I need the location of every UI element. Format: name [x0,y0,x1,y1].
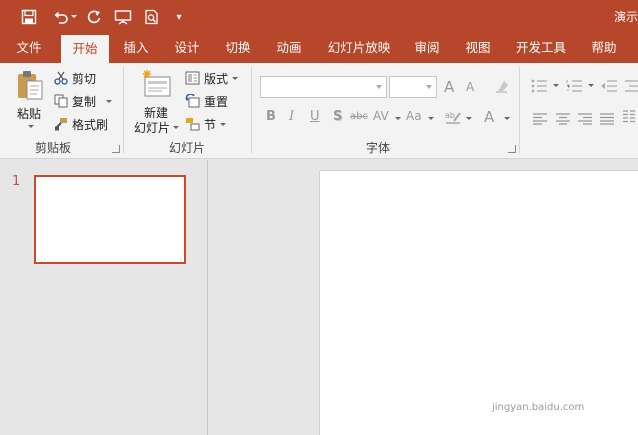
start-slideshow-icon[interactable] [112,6,134,28]
save-icon[interactable] [18,6,40,28]
customize-quick-access-icon[interactable]: ▾ [172,6,186,28]
slide-number: 1 [12,174,21,189]
underline-button[interactable]: U [310,109,320,124]
change-case-dropdown-icon[interactable] [428,117,434,120]
slide-thumbnails-pane: 1 [0,160,208,435]
tab-help[interactable]: 帮助 [582,33,626,63]
clipboard-dialog-launcher-icon[interactable] [112,145,120,153]
align-left-icon[interactable] [532,110,548,129]
font-color-dropdown-icon[interactable] [504,117,510,120]
align-right-icon[interactable] [577,110,593,129]
numbering-dropdown-icon[interactable] [588,84,594,87]
numbering-icon[interactable] [566,78,584,97]
ribbon-home: 粘贴 剪切 复制 格式刷 剪贴板 新建 幻灯片 版式 重置 节 幻灯片 A A … [0,63,638,159]
format-painter-icon[interactable] [54,116,68,135]
reset-icon[interactable] [185,93,200,112]
format-painter-label[interactable]: 格式刷 [72,116,108,133]
text-shadow-button[interactable]: S [333,109,342,124]
decrease-indent-icon[interactable] [600,78,618,97]
font-dialog-launcher-icon[interactable] [508,145,516,153]
layout-icon[interactable] [185,70,200,89]
tab-developer[interactable]: 开发工具 [510,33,572,63]
layout-dropdown-icon[interactable] [232,77,238,80]
font-color-button[interactable]: A [484,108,494,126]
section-icon[interactable] [185,116,200,135]
bullets-icon[interactable] [531,78,549,97]
svg-text:ab: ab [445,111,455,120]
clear-formatting-icon[interactable] [494,78,510,98]
undo-dropdown-icon[interactable] [70,6,78,28]
watermark-product: 经验 [568,378,608,402]
character-spacing-button[interactable]: AV [373,109,389,123]
bullets-dropdown-icon[interactable] [553,84,559,87]
baidu-jingyan-watermark: Bai du 经验 jingyan.baidu.com [488,362,612,422]
bold-button[interactable]: B [266,109,276,124]
clipboard-group-label: 剪贴板 [35,141,72,155]
tab-transitions[interactable]: 切换 [216,33,260,63]
increase-indent-icon[interactable] [624,78,638,97]
font-size-dropdown-icon[interactable] [426,85,432,89]
group-separator [251,67,252,153]
powerpoint-window: ▾ 演示 文件 开始 插入 设计 切换 动画 幻灯片放映 审阅 视图 开发工具 … [0,0,638,435]
font-name-combo[interactable] [260,76,387,98]
tab-review[interactable]: 审阅 [405,33,449,63]
highlight-color-icon[interactable]: ab [445,109,463,129]
group-separator [123,67,124,153]
new-slide-icon[interactable] [140,69,172,103]
ribbon-tabs: 文件 开始 插入 设计 切换 动画 幻灯片放映 审阅 视图 开发工具 帮助 [0,33,638,63]
justify-icon[interactable] [599,110,615,129]
section-label[interactable]: 节 [204,116,216,133]
font-size-combo[interactable] [389,76,437,98]
redo-icon[interactable] [83,6,105,28]
tab-view[interactable]: 视图 [456,33,500,63]
watermark-url: jingyan.baidu.com [492,402,585,413]
font-name-dropdown-icon[interactable] [376,85,382,89]
tab-file[interactable]: 文件 [8,33,50,63]
paste-dropdown-icon[interactable] [28,125,34,128]
section-dropdown-icon[interactable] [220,123,226,126]
paste-label[interactable]: 粘贴 [17,105,41,122]
shrink-font-button[interactable]: A [466,80,474,94]
watermark-brand: Bai [488,374,528,399]
highlight-dropdown-icon[interactable] [466,117,472,120]
cut-label[interactable]: 剪切 [72,70,96,87]
new-slide-label-line2[interactable]: 幻灯片 [134,119,170,136]
group-separator [519,67,520,153]
tab-insert[interactable]: 插入 [114,33,158,63]
slide-thumbnail[interactable] [34,175,186,264]
new-slide-dropdown-icon[interactable] [173,126,179,129]
undo-icon[interactable] [50,6,72,28]
tab-home[interactable]: 开始 [61,35,109,63]
copy-label[interactable]: 复制 [72,93,96,110]
copy-icon[interactable] [54,93,68,112]
tab-slideshow[interactable]: 幻灯片放映 [322,33,396,63]
copy-dropdown-icon[interactable] [106,100,112,103]
scissors-icon[interactable] [54,70,68,89]
paste-icon[interactable] [15,69,45,105]
align-center-icon[interactable] [555,110,571,129]
slides-group-label: 幻灯片 [169,141,206,155]
character-spacing-dropdown-icon[interactable] [395,117,401,120]
tab-animations[interactable]: 动画 [267,33,311,63]
title-bar: ▾ 演示 [0,0,638,33]
italic-button[interactable]: I [289,109,294,124]
columns-icon[interactable] [622,109,636,128]
tab-design[interactable]: 设计 [165,33,209,63]
window-title: 演示 [613,10,638,24]
layout-label[interactable]: 版式 [204,70,228,87]
reset-label[interactable]: 重置 [204,93,228,110]
strikethrough-button[interactable]: abc [350,111,368,122]
font-group-label: 字体 [366,141,391,155]
change-case-button[interactable]: Aa [406,109,422,123]
grow-font-button[interactable]: A [444,78,454,96]
print-preview-icon[interactable] [141,6,163,28]
